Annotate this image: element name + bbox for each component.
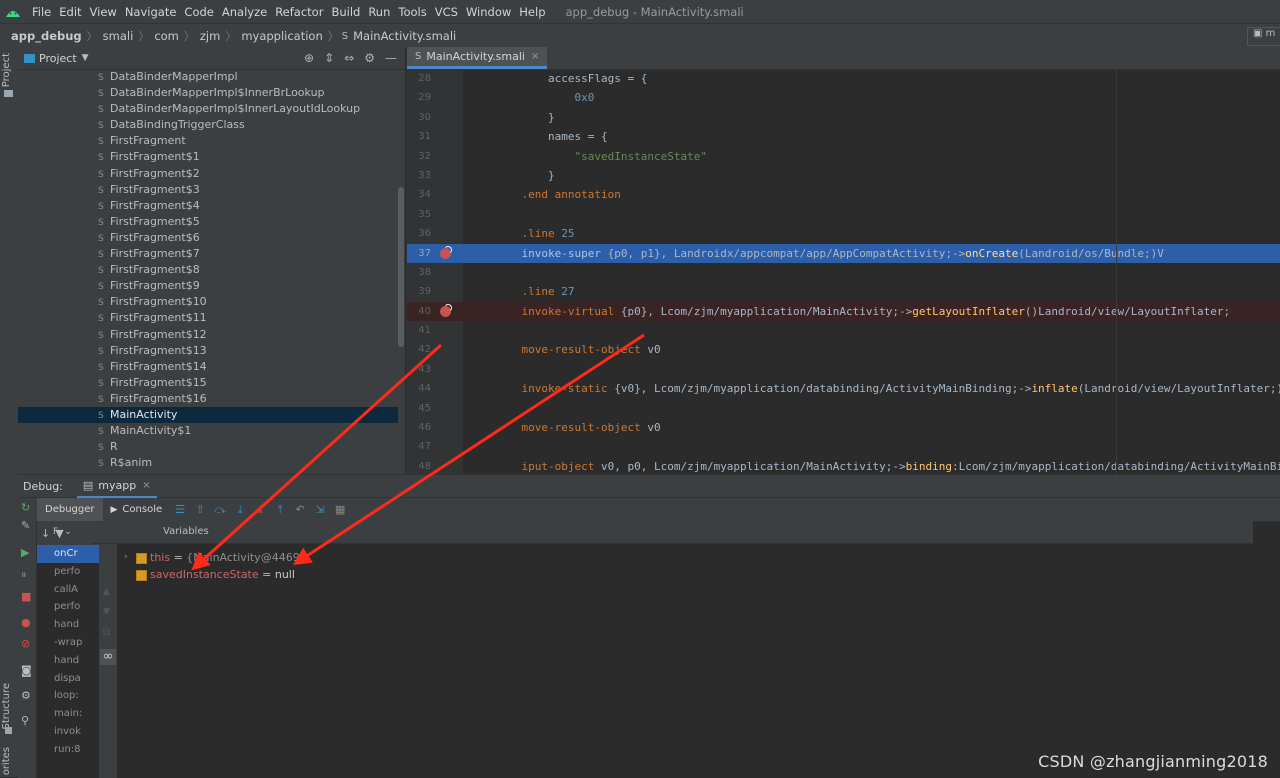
watermark: CSDN @zhangjianming2018 [1038,752,1268,771]
arrow-to-saved-instance-state [292,333,645,565]
annotation-arrows [191,333,645,571]
arrow-to-this-variable [191,343,443,571]
